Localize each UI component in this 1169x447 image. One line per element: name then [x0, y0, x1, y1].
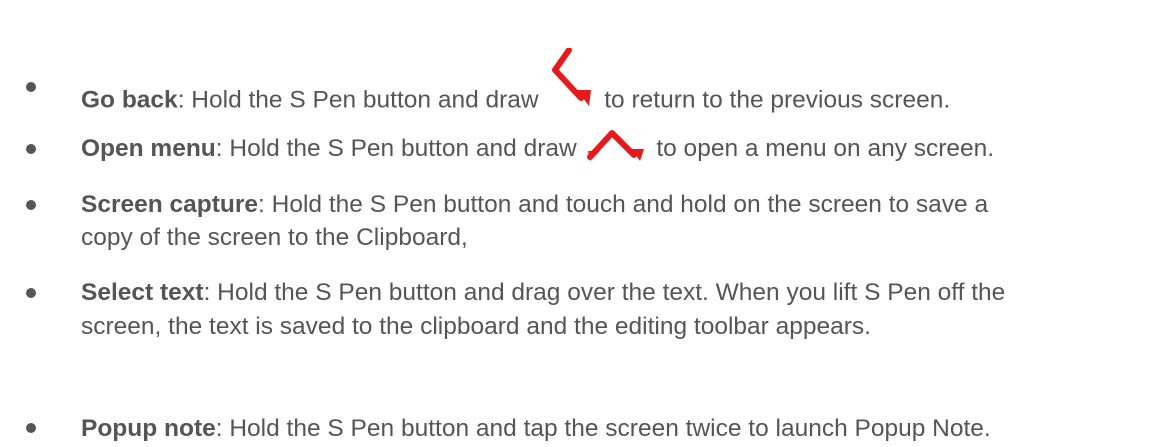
term-screen-capture: Screen capture [81, 191, 259, 218]
item-text: : Hold the S Pen button and drag over th… [203, 279, 1006, 306]
bullet-dot [26, 144, 36, 154]
term-popup-note: Popup note [81, 415, 216, 442]
term-go-back: Go back [81, 86, 178, 114]
item-text: to return to the previous screen. [597, 86, 951, 114]
item-text-continued: copy of the screen to the Clipboard, [81, 224, 468, 251]
item-text: : Hold the S Pen button and tap the scre… [215, 415, 991, 442]
item-text: : Hold the S Pen button and draw [215, 135, 584, 162]
term-open-menu: Open menu [81, 135, 216, 162]
item-text: to open a menu on any screen. [649, 135, 995, 162]
caret-up-gesture-icon [586, 127, 646, 161]
back-chevron-gesture-icon [551, 48, 595, 110]
item-text-continued: screen, the text is saved to the clipboa… [81, 313, 871, 340]
bullet-dot [26, 423, 36, 433]
bullet-dot [26, 82, 36, 92]
bullet-dot [26, 288, 36, 298]
term-select-text: Select text [81, 279, 204, 306]
item-text: : Hold the S Pen button and touch and ho… [258, 191, 989, 218]
bullet-dot [26, 200, 36, 210]
item-text: : Hold the S Pen button and draw [177, 86, 546, 114]
